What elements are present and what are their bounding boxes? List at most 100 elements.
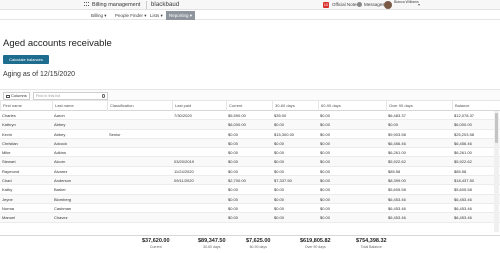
- total-value: $7,625.00: [246, 238, 271, 244]
- calculate-balances-button[interactable]: Calculate balances: [3, 55, 49, 64]
- col-30-60-cell: $0.00: [274, 187, 285, 193]
- col-over-90-cell: $6,453.46: [388, 196, 406, 202]
- col-first-name-cell: Kathryn: [2, 122, 16, 128]
- table-row[interactable]: Kathryn Abbey $6,000.00 $0.00 $0.00 $0.00 $6,0…: [0, 120, 500, 130]
- col-current-cell: $0.00: [228, 140, 239, 146]
- col-first-name-header[interactable]: First name: [0, 101, 22, 111]
- col-balance-cell: $6,261.00: [454, 150, 472, 156]
- col-last-name-header[interactable]: Last name: [52, 101, 74, 111]
- col-balance-cell: $18,437.50: [454, 178, 475, 184]
- table-toolbar: Columns Find in this list: [0, 89, 500, 101]
- scrollbar-thumb[interactable]: [495, 113, 498, 143]
- main-nav: Billing ▾ People Finder ▾ Lists ▾ Report…: [0, 11, 500, 20]
- table-row[interactable]: Mike Adkins $0.00 $0.00 $0.00 $6,261.00 $6,261…: [0, 148, 500, 158]
- vertical-scrollbar[interactable]: [494, 111, 499, 232]
- col-current-cell: $6,000.00: [228, 122, 246, 128]
- app-grid-icon[interactable]: [84, 2, 89, 7]
- col-60-90-cell: $0.00: [320, 131, 331, 137]
- col-balance-cell: $6,453.46: [454, 205, 472, 211]
- col-60-90-cell: $0.00: [320, 113, 331, 118]
- nav-billing[interactable]: Billing ▾: [88, 11, 110, 20]
- col-30-60-cell: $0.00: [274, 215, 285, 221]
- table-body: Charles Aaron 7/30/2020 $5,590.00 $35.00 $0.0…: [0, 111, 500, 223]
- table-row[interactable]: Raymond Alvarez 11/24/2020 $0.00 $0.00 $0.00 $…: [0, 167, 500, 177]
- col-60-90-cell: $0.00: [320, 187, 331, 193]
- table-row[interactable]: Kathy Barker $0.00 $0.00 $0.00 $5,605.58 $5,60…: [0, 185, 500, 195]
- notification-badge[interactable]: 10: [323, 2, 329, 8]
- messages-link[interactable]: Messages: [364, 1, 385, 9]
- nav-people-finder[interactable]: People Finder ▾: [112, 11, 150, 20]
- col-30-60-header[interactable]: 30-60 days: [272, 101, 295, 111]
- nav-reporting-label: Reporting: [169, 13, 189, 18]
- avatar[interactable]: [384, 1, 392, 9]
- table-row[interactable]: Christian Adcock $0.00 $0.00 $0.00 $6,456.46 $…: [0, 138, 500, 149]
- col-60-90-cell: $0.00: [320, 159, 331, 165]
- col-30-60-cell: $0.00: [274, 205, 285, 211]
- table-row[interactable]: Kevin Abbey Senior $0.00 $15,300.00 $0.00 $9,9…: [0, 130, 500, 139]
- table-row[interactable]: Chad Anderson 09/11/2020 $2,700.00 $7,337.50…: [0, 176, 500, 186]
- totals-bar: $37,620.00 Current $89,347.50 30-60 days $7,…: [0, 235, 500, 253]
- col-last-paid-header[interactable]: Last paid: [172, 101, 191, 111]
- col-last-paid-cell: 11/24/2020: [174, 168, 194, 174]
- nav-people-finder-label: People Finder: [115, 13, 144, 18]
- col-60-90-cell: $0.00: [320, 196, 331, 202]
- aging-date-label: Aging as of 12/15/2020: [3, 71, 76, 78]
- table-row[interactable]: Jeyne Blomberg $0.00 $0.00 $0.00 $6,453.46 $6,…: [0, 194, 500, 204]
- col-classification-cell: [107, 167, 109, 176]
- official-notes-link[interactable]: Official Notes: [332, 1, 359, 9]
- search-icon[interactable]: [101, 94, 105, 98]
- messages-icon[interactable]: [357, 2, 362, 7]
- chevron-down-icon[interactable]: [418, 4, 420, 6]
- col-last-name-cell: Abbey: [54, 131, 66, 137]
- table-row[interactable]: Charles Aaron 7/30/2020 $5,590.00 $35.00 $0.0…: [0, 111, 500, 121]
- total-item: $619,805.82 Over 90 days: [300, 238, 331, 250]
- col-current-cell: $0.00: [228, 196, 239, 202]
- table-row[interactable]: Stewart Alcorn 03/20/2019 $0.00 $0.00 $0.00 $5…: [0, 157, 500, 167]
- table-row[interactable]: Norma Cashman $0.00 $0.00 $0.00 $6,453.46 $6,4…: [0, 204, 500, 214]
- table-row[interactable]: Manuel Chavez $0.00 $0.00 $0.00 $6,453.46 $6,4…: [0, 213, 500, 223]
- col-60-90-cell: $0.00: [320, 168, 331, 174]
- col-balance-cell: $6,453.46: [454, 215, 472, 221]
- nav-lists[interactable]: Lists ▾: [147, 11, 166, 20]
- col-last-paid-cell: [172, 130, 174, 139]
- col-balance-header[interactable]: Balance: [452, 101, 469, 111]
- col-first-name-cell: Chad: [2, 178, 12, 184]
- col-current-cell: $0.00: [228, 150, 239, 156]
- col-first-name-cell: Kathy: [2, 187, 13, 193]
- total-item: $89,347.50 30-60 days: [198, 238, 226, 250]
- col-30-60-cell: $7,337.50: [274, 178, 292, 184]
- columns-icon: [6, 94, 10, 98]
- col-current-cell: $0.00: [228, 168, 239, 174]
- col-first-name-cell: Christian: [2, 140, 18, 146]
- col-first-name-cell: Manuel: [2, 215, 16, 221]
- col-classification-header[interactable]: Classification: [107, 101, 134, 111]
- col-over-90-cell: $6,456.46: [388, 140, 406, 146]
- col-classification-cell: [107, 120, 109, 129]
- col-over-90-cell: $8,399.00: [388, 178, 406, 184]
- col-over-90-header[interactable]: Over 90 days: [386, 101, 413, 111]
- total-label: 30-60 days: [203, 245, 221, 249]
- col-classification-cell: [107, 176, 109, 185]
- total-value: $37,620.00: [142, 238, 170, 244]
- col-over-90-cell: $5,605.58: [388, 187, 406, 193]
- col-over-90-cell: $5,922.62: [388, 159, 406, 165]
- columns-button[interactable]: Columns: [3, 92, 30, 100]
- col-current-cell: $0.00: [228, 215, 239, 221]
- app-title[interactable]: Billing management: [92, 1, 140, 9]
- col-last-paid-cell: 03/20/2019: [174, 159, 195, 165]
- col-60-90-cell: $0.00: [320, 122, 331, 128]
- col-classification-cell: [107, 111, 109, 120]
- col-current-cell: $0.00: [228, 205, 239, 211]
- col-current-header[interactable]: Current: [226, 101, 242, 111]
- total-item: $37,620.00 Current: [142, 238, 170, 250]
- search-input[interactable]: Find in this list: [33, 92, 108, 100]
- col-60-90-header[interactable]: 60-90 days: [318, 101, 341, 111]
- col-current-cell: $5,590.00: [228, 113, 246, 118]
- total-item: $7,625.00 60-90 days: [246, 238, 270, 250]
- nav-reporting[interactable]: Reporting ▾: [166, 11, 196, 20]
- top-bar: Billing management blackbaud 10 Official…: [0, 0, 500, 10]
- col-over-90-cell: $6,483.37: [388, 113, 406, 118]
- col-balance-cell: $5,922.62: [454, 159, 472, 165]
- total-value: $619,805.82: [300, 238, 331, 244]
- col-classification-cell: [107, 139, 109, 148]
